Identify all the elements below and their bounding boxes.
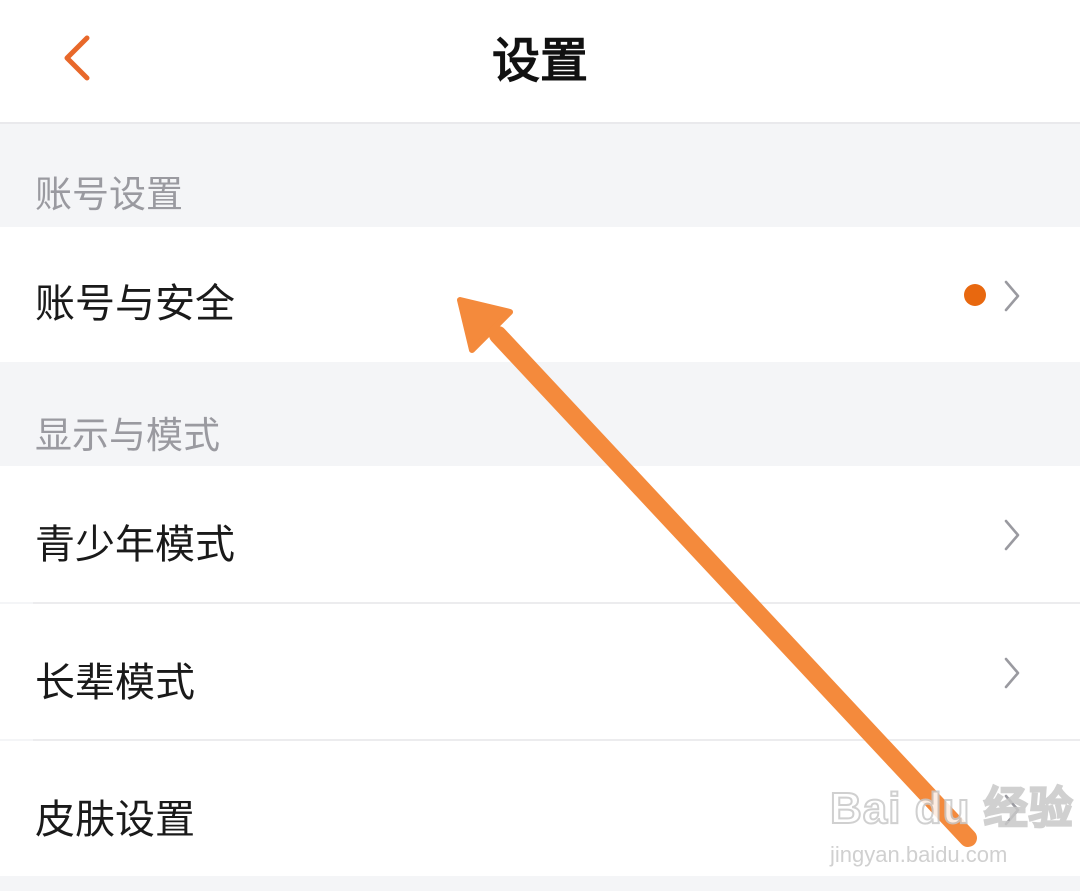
notification-dot — [964, 284, 986, 306]
settings-item-skin-settings[interactable]: 皮肤设置 — [0, 741, 1080, 876]
settings-item-label: 青少年模式 — [35, 522, 235, 568]
settings-item-label: 皮肤设置 — [35, 797, 195, 843]
settings-page: 设置 账号设置 账号与安全 显示与模式 青少年模式 长辈模式 皮肤设置 Bai … — [0, 0, 1080, 891]
settings-item-youth-mode[interactable]: 青少年模式 — [0, 466, 1080, 602]
chevron-right-icon — [1004, 519, 1020, 551]
section-title: 显示与模式 — [35, 414, 220, 457]
settings-item-elder-mode[interactable]: 长辈模式 — [0, 604, 1080, 739]
settings-item-label: 长辈模式 — [35, 660, 195, 706]
settings-item-label: 账号与安全 — [35, 281, 235, 327]
chevron-right-icon — [1004, 280, 1020, 312]
chevron-right-icon — [1004, 794, 1020, 826]
section-header-account: 账号设置 — [0, 124, 1080, 227]
top-navigation-bar: 设置 — [0, 0, 1080, 124]
page-title: 设置 — [491, 33, 588, 89]
chevron-right-icon — [1004, 657, 1020, 689]
section-header-display: 显示与模式 — [0, 362, 1080, 466]
section-title: 账号设置 — [35, 173, 183, 216]
settings-item-account-security[interactable]: 账号与安全 — [0, 227, 1080, 362]
